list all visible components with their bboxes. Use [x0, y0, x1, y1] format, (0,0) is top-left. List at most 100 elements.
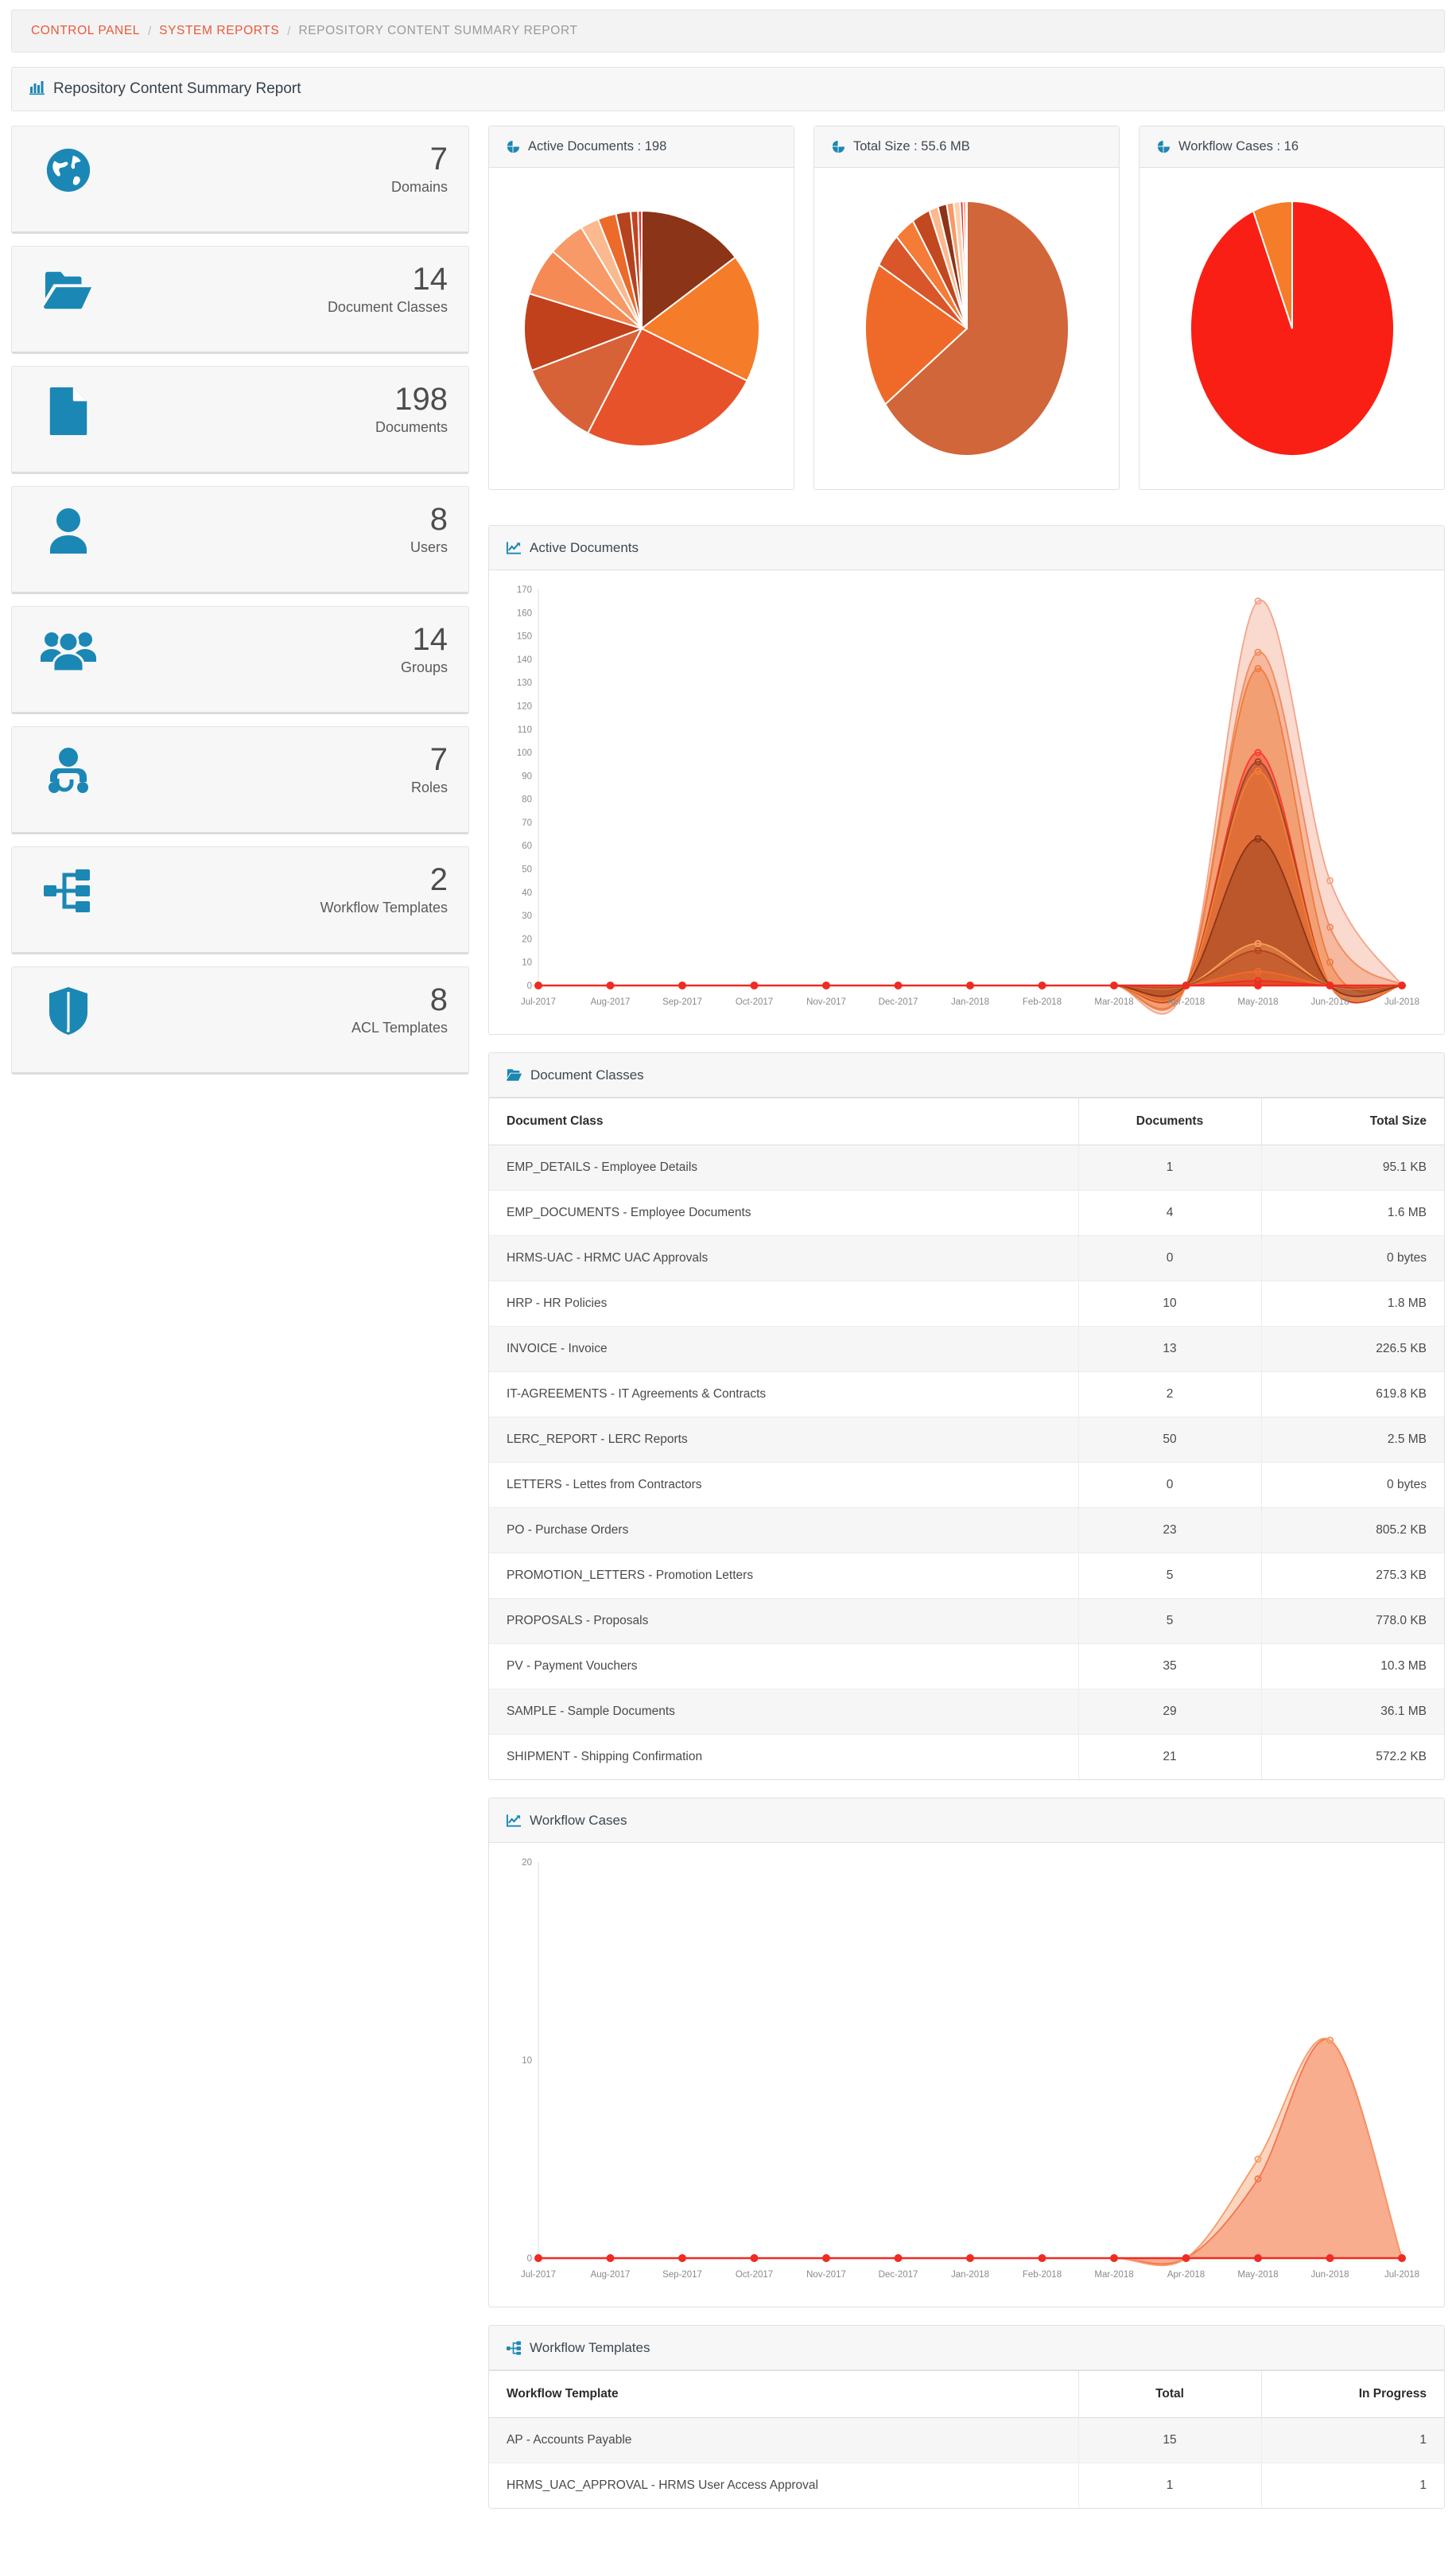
stat-value: 2	[429, 862, 448, 897]
data-point[interactable]	[534, 2254, 542, 2262]
data-point[interactable]	[822, 2254, 830, 2262]
table-row[interactable]: EMP_DETAILS - Employee Details 1 95.1 KB	[489, 1145, 1444, 1191]
data-point[interactable]	[678, 982, 686, 989]
table-row[interactable]: IT-AGREEMENTS - IT Agreements & Contract…	[489, 1371, 1444, 1417]
x-axis-tick-label: Dec-2017	[879, 2270, 918, 2280]
x-axis-tick-label: Nov-2017	[806, 997, 846, 1007]
table-row[interactable]: HRMS_UAC_APPROVAL - HRMS User Access App…	[489, 2463, 1444, 2508]
x-axis-tick-label: Dec-2017	[879, 997, 918, 1007]
column-header-total[interactable]: Total	[1077, 2370, 1261, 2418]
document-classes-table: Document Class Documents Total Size EMP_…	[489, 1098, 1444, 1779]
data-point[interactable]	[1182, 2254, 1190, 2262]
data-point[interactable]	[606, 2254, 615, 2262]
stat-card-domains[interactable]: 7 Domains	[11, 126, 469, 234]
stat-card-roles[interactable]: 7 Roles	[11, 726, 469, 834]
table-row[interactable]: SAMPLE - Sample Documents 29 36.1 MB	[489, 1689, 1444, 1735]
data-point[interactable]	[966, 982, 974, 989]
table-row[interactable]: PO - Purchase Orders 23 805.2 KB	[489, 1507, 1444, 1553]
data-point[interactable]	[1254, 2254, 1262, 2262]
data-point[interactable]	[678, 2254, 686, 2262]
data-point[interactable]	[1038, 982, 1046, 989]
cell-total-size: 95.1 KB	[1260, 1145, 1444, 1191]
breadcrumb: CONTROL PANEL / SYSTEM REPORTS / REPOSIT…	[11, 10, 1445, 52]
data-point[interactable]	[534, 982, 542, 989]
data-point[interactable]	[1110, 2254, 1118, 2262]
x-axis-tick-label: Sep-2017	[662, 997, 702, 1007]
panel-title: Document Classes	[530, 1067, 644, 1083]
y-axis-tick-label: 130	[517, 678, 532, 688]
column-header-document-class[interactable]: Document Class	[489, 1098, 1078, 1145]
table-row[interactable]: PV - Payment Vouchers 35 10.3 MB	[489, 1643, 1444, 1689]
data-point[interactable]	[966, 2254, 974, 2262]
breadcrumb-item-control-panel[interactable]: CONTROL PANEL	[31, 24, 140, 38]
panel-workflow-cases-chart: Workflow Cases 0 10 20 Jul-2017 Aug-2017 Sep-…	[488, 1798, 1445, 2307]
stat-card-documents[interactable]: 198 Documents	[11, 366, 469, 474]
y-axis-tick-label: 110	[518, 725, 532, 735]
column-header-documents[interactable]: Documents	[1077, 1098, 1261, 1145]
stat-meta: 7 Domains	[391, 139, 448, 196]
panel-header: Active Documents	[489, 526, 1444, 570]
column-header-in-progress[interactable]: In Progress	[1260, 2370, 1444, 2418]
panel-active-documents-chart: Active Documents 0 10 20 30 40 50 60 70 80 90 100 1…	[488, 525, 1445, 1035]
panel-title: Workflow Templates	[530, 2339, 650, 2355]
data-point[interactable]	[1182, 982, 1190, 989]
stat-card-groups[interactable]: 14 Groups	[11, 606, 469, 714]
table-row[interactable]: AP - Accounts Payable 15 1	[489, 2417, 1444, 2463]
stat-card-users[interactable]: 8 Users	[11, 486, 469, 594]
stat-meta: 198 Documents	[375, 379, 448, 436]
cell-document-class: PROMOTION_LETTERS - Promotion Letters	[489, 1553, 1078, 1599]
column-header-workflow-template[interactable]: Workflow Template	[489, 2370, 1078, 2418]
column-header-total-size[interactable]: Total Size	[1260, 1098, 1444, 1145]
table-row[interactable]: LETTERS - Lettes from Contractors 0 0 byte…	[489, 1462, 1444, 1508]
y-axis-tick-label: 10	[522, 2056, 532, 2066]
data-point[interactable]	[1038, 2254, 1046, 2262]
pie-slice[interactable]	[965, 200, 968, 329]
cell-total: 1	[1077, 2463, 1261, 2508]
table-row[interactable]: PROPOSALS - Proposals 5 778.0 KB	[489, 1598, 1444, 1644]
table-row[interactable]: PROMOTION_LETTERS - Promotion Letters 5 27…	[489, 1553, 1444, 1599]
data-point[interactable]	[894, 2254, 903, 2262]
folder-open-icon	[37, 259, 99, 321]
cell-total: 15	[1077, 2417, 1261, 2463]
data-point[interactable]	[1326, 982, 1334, 989]
table-row[interactable]: LERC_REPORT - LERC Reports 50 2.5 MB	[489, 1417, 1444, 1463]
data-point[interactable]	[1254, 982, 1262, 989]
data-point[interactable]	[894, 982, 903, 989]
cell-documents: 1	[1077, 1145, 1261, 1191]
y-axis-tick-label: 160	[517, 608, 532, 618]
table-row[interactable]: INVOICE - Invoice 13 226.5 KB	[489, 1326, 1444, 1372]
stat-card-acl-templates[interactable]: 8 ACL Templates	[11, 966, 469, 1075]
stat-label: Document Classes	[327, 299, 448, 315]
data-point[interactable]	[1326, 2254, 1334, 2262]
cell-document-class: PROPOSALS - Proposals	[489, 1598, 1078, 1644]
cell-documents: 0	[1077, 1235, 1261, 1281]
data-point[interactable]	[1398, 2254, 1406, 2262]
table-row[interactable]: HRP - HR Policies 10 1.8 MB	[489, 1281, 1444, 1327]
stat-card-workflow-templates[interactable]: 2 Workflow Templates	[11, 846, 469, 954]
x-axis-tick-label: Jun-2018	[1311, 2270, 1349, 2280]
stat-meta: 7 Roles	[411, 740, 448, 796]
data-point[interactable]	[606, 982, 615, 989]
data-point[interactable]	[750, 982, 759, 989]
cell-total-size: 1.6 MB	[1260, 1190, 1444, 1236]
stat-card-document-classes[interactable]: 14 Document Classes	[11, 246, 469, 354]
x-axis-tick-label: Jul-2018	[1384, 997, 1419, 1007]
active-documents-chart-area: 0 10 20 30 40 50 60 70 80 90 100 110 120 130 140 150 160…	[489, 570, 1444, 1034]
x-axis-tick-label: Jan-2018	[951, 997, 989, 1007]
x-axis-tick-label: Sep-2017	[662, 2270, 702, 2280]
stat-value: 8	[429, 982, 448, 1017]
table-row[interactable]: SHIPMENT - Shipping Confirmation 21 572.2 …	[489, 1734, 1444, 1779]
data-point[interactable]	[1398, 982, 1406, 989]
data-point[interactable]	[1110, 982, 1118, 989]
y-axis-tick-label: 0	[527, 982, 532, 991]
table-header-row: Document Class Documents Total Size	[489, 1098, 1444, 1145]
table-row[interactable]: EMP_DOCUMENTS - Employee Documents 4 1.6 M…	[489, 1190, 1444, 1236]
data-point[interactable]	[822, 982, 830, 989]
bar-chart-icon	[29, 80, 45, 99]
panel-document-classes: Document Classes Document Class Document…	[488, 1052, 1445, 1780]
pie-chart-svg	[522, 209, 760, 447]
panel-header: Active Documents : 198	[489, 126, 794, 168]
data-point[interactable]	[750, 2254, 759, 2262]
breadcrumb-item-system-reports[interactable]: SYSTEM REPORTS	[159, 24, 279, 38]
table-row[interactable]: HRMS-UAC - HRMC UAC Approvals 0 0 bytes	[489, 1235, 1444, 1281]
